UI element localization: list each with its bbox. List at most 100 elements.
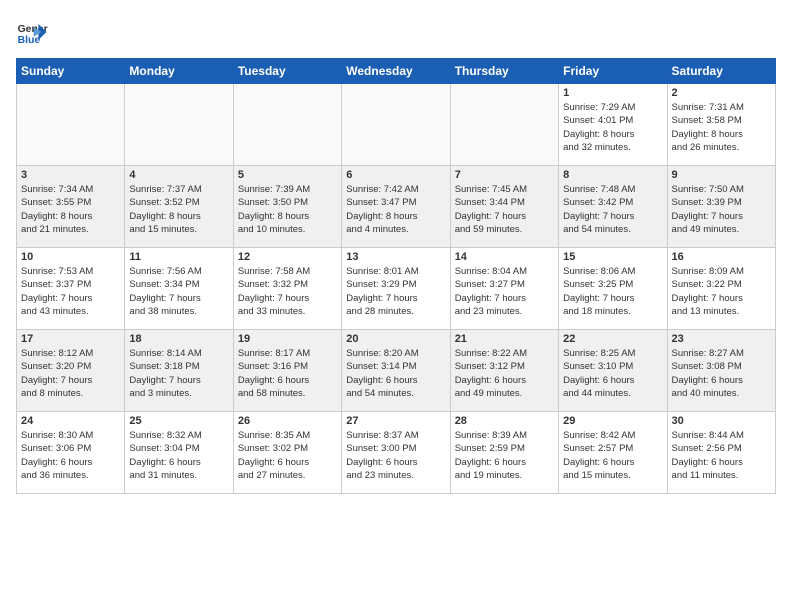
day-number: 22 [563, 333, 662, 345]
day-info: Sunrise: 8:27 AM Sunset: 3:08 PM Dayligh… [672, 347, 771, 400]
day-info: Sunrise: 7:37 AM Sunset: 3:52 PM Dayligh… [129, 183, 228, 236]
calendar-week-row: 3 Sunrise: 7:34 AM Sunset: 3:55 PM Daylig… [17, 166, 776, 248]
calendar-cell: 13 Sunrise: 8:01 AM Sunset: 3:29 PM Dayli… [342, 248, 450, 330]
logo: General Blue [16, 16, 52, 48]
day-number: 27 [346, 415, 445, 427]
day-number: 13 [346, 251, 445, 263]
day-number: 21 [455, 333, 554, 345]
day-number: 28 [455, 415, 554, 427]
weekday-header-row: SundayMondayTuesdayWednesdayThursdayFrid… [17, 59, 776, 84]
day-number: 10 [21, 251, 120, 263]
day-number: 4 [129, 169, 228, 181]
day-number: 14 [455, 251, 554, 263]
calendar-cell [17, 84, 125, 166]
day-info: Sunrise: 7:42 AM Sunset: 3:47 PM Dayligh… [346, 183, 445, 236]
day-number: 17 [21, 333, 120, 345]
calendar-cell: 11Sunrise: 7:56 AM Sunset: 3:34 PM Dayli… [125, 248, 233, 330]
calendar-cell: 19Sunrise: 8:17 AM Sunset: 3:16 PM Dayli… [233, 330, 341, 412]
day-info: Sunrise: 7:45 AM Sunset: 3:44 PM Dayligh… [455, 183, 554, 236]
day-number: 26 [238, 415, 337, 427]
day-info: Sunrise: 7:50 AM Sunset: 3:39 PM Dayligh… [672, 183, 771, 236]
calendar-cell: 20 Sunrise: 8:20 AM Sunset: 3:14 PM Dayli… [342, 330, 450, 412]
day-info: Sunrise: 8:25 AM Sunset: 3:10 PM Dayligh… [563, 347, 662, 400]
weekday-header-monday: Monday [125, 59, 233, 84]
weekday-header-thursday: Thursday [450, 59, 558, 84]
day-number: 8 [563, 169, 662, 181]
day-info: Sunrise: 7:29 AM Sunset: 4:01 PM Dayligh… [563, 101, 662, 154]
calendar-cell: 3 Sunrise: 7:34 AM Sunset: 3:55 PM Daylig… [17, 166, 125, 248]
calendar-cell: 9 Sunrise: 7:50 AM Sunset: 3:39 PM Daylig… [667, 166, 775, 248]
calendar-cell: 12 Sunrise: 7:58 AM Sunset: 3:32 PM Dayli… [233, 248, 341, 330]
day-info: Sunrise: 7:34 AM Sunset: 3:55 PM Dayligh… [21, 183, 120, 236]
day-number: 16 [672, 251, 771, 263]
calendar-cell: 27 Sunrise: 8:37 AM Sunset: 3:00 PM Dayli… [342, 412, 450, 494]
logo-icon: General Blue [16, 16, 48, 48]
day-number: 2 [672, 87, 771, 99]
day-number: 30 [672, 415, 771, 427]
day-number: 12 [238, 251, 337, 263]
calendar-cell: 29 Sunrise: 8:42 AM Sunset: 2:57 PM Dayli… [559, 412, 667, 494]
calendar-cell: 1 Sunrise: 7:29 AM Sunset: 4:01 PM Daylig… [559, 84, 667, 166]
calendar-cell: 23 Sunrise: 8:27 AM Sunset: 3:08 PM Dayli… [667, 330, 775, 412]
day-info: Sunrise: 7:39 AM Sunset: 3:50 PM Dayligh… [238, 183, 337, 236]
day-info: Sunrise: 8:32 AM Sunset: 3:04 PM Dayligh… [129, 429, 228, 482]
calendar-cell: 15Sunrise: 8:06 AM Sunset: 3:25 PM Dayli… [559, 248, 667, 330]
calendar-cell: 8 Sunrise: 7:48 AM Sunset: 3:42 PM Daylig… [559, 166, 667, 248]
calendar-cell [125, 84, 233, 166]
calendar-cell: 5Sunrise: 7:39 AM Sunset: 3:50 PM Daylig… [233, 166, 341, 248]
day-info: Sunrise: 7:48 AM Sunset: 3:42 PM Dayligh… [563, 183, 662, 236]
day-info: Sunrise: 8:44 AM Sunset: 2:56 PM Dayligh… [672, 429, 771, 482]
calendar-cell: 26Sunrise: 8:35 AM Sunset: 3:02 PM Dayli… [233, 412, 341, 494]
calendar-cell: 7 Sunrise: 7:45 AM Sunset: 3:44 PM Daylig… [450, 166, 558, 248]
day-number: 29 [563, 415, 662, 427]
day-info: Sunrise: 8:22 AM Sunset: 3:12 PM Dayligh… [455, 347, 554, 400]
calendar-week-row: 1 Sunrise: 7:29 AM Sunset: 4:01 PM Daylig… [17, 84, 776, 166]
calendar-cell: 18Sunrise: 8:14 AM Sunset: 3:18 PM Dayli… [125, 330, 233, 412]
calendar-cell: 22 Sunrise: 8:25 AM Sunset: 3:10 PM Dayli… [559, 330, 667, 412]
calendar-week-row: 10 Sunrise: 7:53 AM Sunset: 3:37 PM Dayli… [17, 248, 776, 330]
weekday-header-wednesday: Wednesday [342, 59, 450, 84]
day-info: Sunrise: 8:37 AM Sunset: 3:00 PM Dayligh… [346, 429, 445, 482]
day-info: Sunrise: 8:09 AM Sunset: 3:22 PM Dayligh… [672, 265, 771, 318]
day-info: Sunrise: 8:04 AM Sunset: 3:27 PM Dayligh… [455, 265, 554, 318]
calendar-cell: 25Sunrise: 8:32 AM Sunset: 3:04 PM Dayli… [125, 412, 233, 494]
day-info: Sunrise: 7:31 AM Sunset: 3:58 PM Dayligh… [672, 101, 771, 154]
day-number: 6 [346, 169, 445, 181]
day-number: 24 [21, 415, 120, 427]
day-info: Sunrise: 8:01 AM Sunset: 3:29 PM Dayligh… [346, 265, 445, 318]
calendar-cell: 24 Sunrise: 8:30 AM Sunset: 3:06 PM Dayli… [17, 412, 125, 494]
weekday-header-sunday: Sunday [17, 59, 125, 84]
day-number: 9 [672, 169, 771, 181]
calendar-cell [233, 84, 341, 166]
calendar-cell: 16 Sunrise: 8:09 AM Sunset: 3:22 PM Dayli… [667, 248, 775, 330]
svg-text:Blue: Blue [18, 35, 41, 46]
calendar-cell: 28 Sunrise: 8:39 AM Sunset: 2:59 PM Dayli… [450, 412, 558, 494]
day-info: Sunrise: 7:58 AM Sunset: 3:32 PM Dayligh… [238, 265, 337, 318]
day-info: Sunrise: 8:14 AM Sunset: 3:18 PM Dayligh… [129, 347, 228, 400]
day-number: 11 [129, 251, 228, 263]
day-info: Sunrise: 8:42 AM Sunset: 2:57 PM Dayligh… [563, 429, 662, 482]
calendar: SundayMondayTuesdayWednesdayThursdayFrid… [16, 58, 776, 494]
calendar-cell: 14 Sunrise: 8:04 AM Sunset: 3:27 PM Dayli… [450, 248, 558, 330]
calendar-cell: 4 Sunrise: 7:37 AM Sunset: 3:52 PM Daylig… [125, 166, 233, 248]
calendar-cell [450, 84, 558, 166]
calendar-cell: 10 Sunrise: 7:53 AM Sunset: 3:37 PM Dayli… [17, 248, 125, 330]
calendar-cell [342, 84, 450, 166]
day-number: 1 [563, 87, 662, 99]
day-number: 20 [346, 333, 445, 345]
weekday-header-tuesday: Tuesday [233, 59, 341, 84]
day-info: Sunrise: 8:20 AM Sunset: 3:14 PM Dayligh… [346, 347, 445, 400]
weekday-header-friday: Friday [559, 59, 667, 84]
day-info: Sunrise: 8:39 AM Sunset: 2:59 PM Dayligh… [455, 429, 554, 482]
day-number: 3 [21, 169, 120, 181]
day-number: 23 [672, 333, 771, 345]
header: General Blue [16, 16, 776, 48]
calendar-cell: 2 Sunrise: 7:31 AM Sunset: 3:58 PM Daylig… [667, 84, 775, 166]
calendar-cell: 6 Sunrise: 7:42 AM Sunset: 3:47 PM Daylig… [342, 166, 450, 248]
day-info: Sunrise: 8:12 AM Sunset: 3:20 PM Dayligh… [21, 347, 120, 400]
calendar-week-row: 17 Sunrise: 8:12 AM Sunset: 3:20 PM Dayli… [17, 330, 776, 412]
day-number: 7 [455, 169, 554, 181]
day-info: Sunrise: 7:53 AM Sunset: 3:37 PM Dayligh… [21, 265, 120, 318]
day-info: Sunrise: 8:06 AM Sunset: 3:25 PM Dayligh… [563, 265, 662, 318]
day-info: Sunrise: 8:30 AM Sunset: 3:06 PM Dayligh… [21, 429, 120, 482]
